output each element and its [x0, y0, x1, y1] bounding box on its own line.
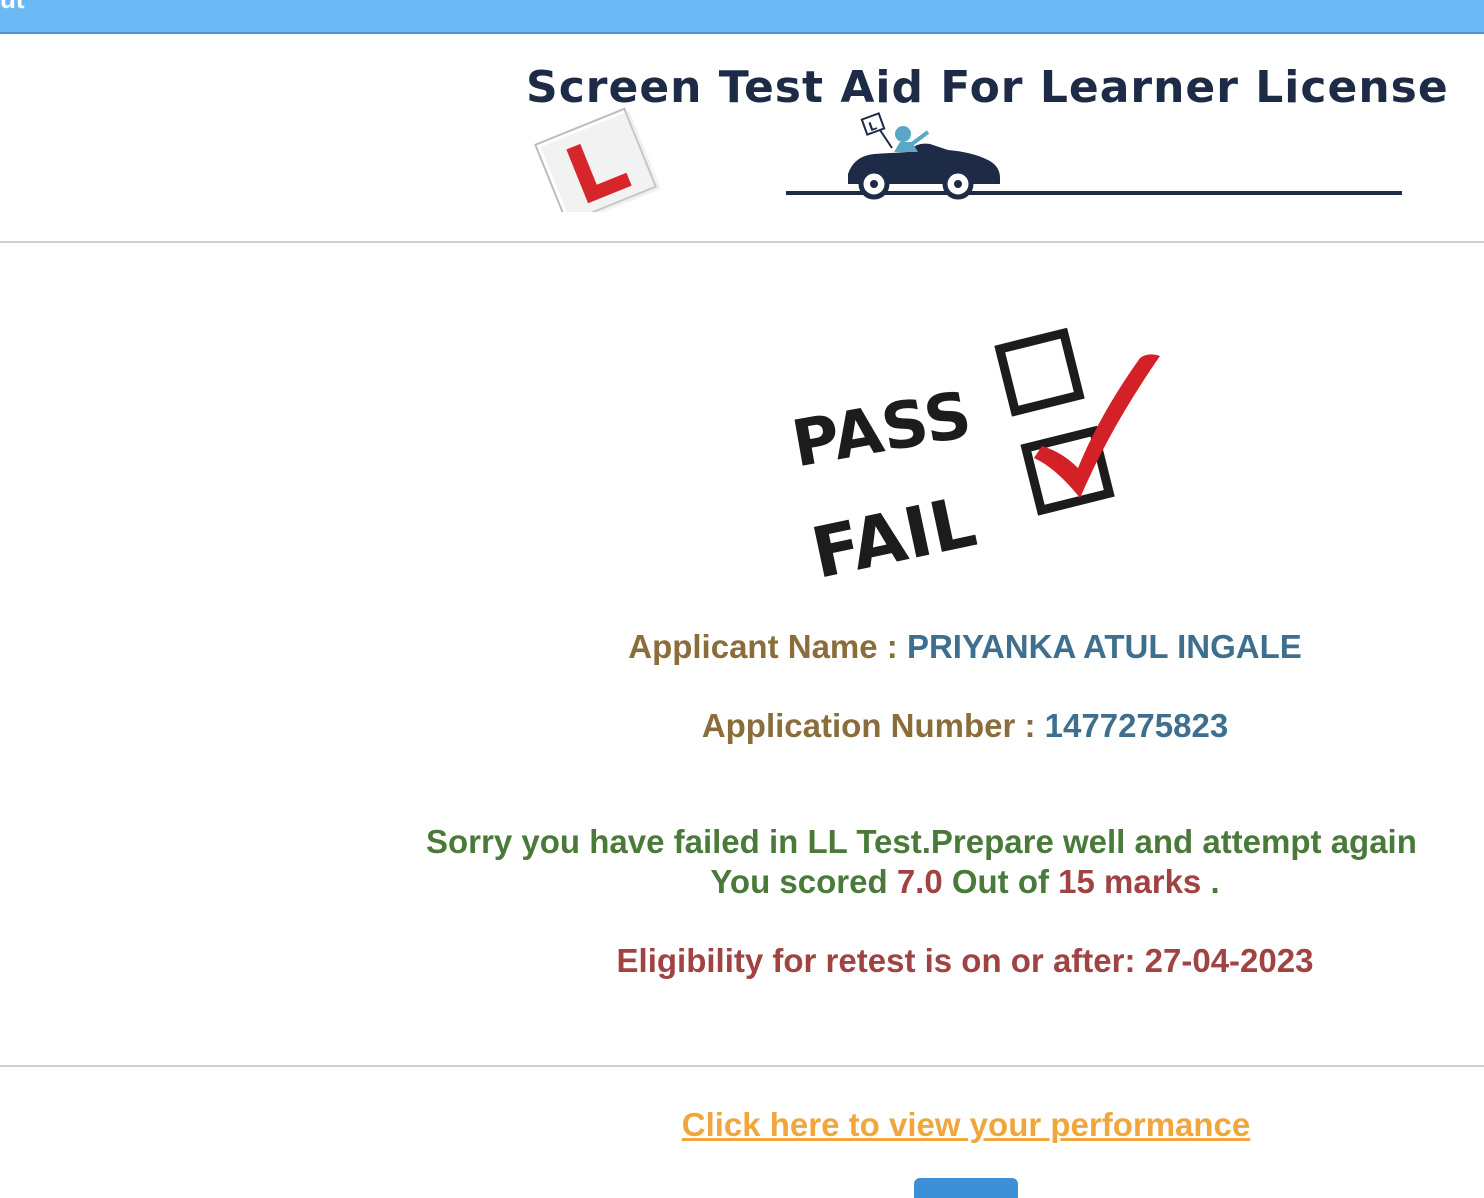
top-bar-title: ut	[0, 0, 25, 12]
fail-message: Sorry you have failed in LL Test.Prepare…	[426, 823, 1417, 860]
page-header: Screen Test Aid For Learner License L	[0, 34, 1484, 243]
view-performance-link[interactable]: Click here to view your performance	[0, 1106, 1484, 1144]
pass-checkbox-icon	[994, 327, 1085, 417]
score-prefix: You scored	[710, 863, 897, 900]
score-suffix: .	[1201, 863, 1220, 900]
application-number-label: Application Number :	[701, 707, 1045, 744]
l-plate-icon	[534, 107, 662, 212]
applicant-name-row: Applicant Name : PRIYANKA ATUL INGALE	[0, 628, 1484, 666]
retest-date: 27-04-2023	[1144, 942, 1314, 979]
pass-fail-image: PASS FAIL	[787, 327, 1160, 595]
retest-eligibility: Eligibility for retest is on or after: 2…	[0, 942, 1484, 980]
fail-label: FAIL	[805, 480, 983, 580]
score-line: You scored 7.0 Out of 15 marks .	[0, 863, 1484, 901]
footer-divider	[0, 1065, 1484, 1067]
action-button[interactable]	[914, 1178, 1018, 1198]
score-total: 15 marks	[1058, 863, 1202, 900]
retest-label: Eligibility for retest is on or after:	[616, 942, 1145, 979]
application-number-row: Application Number : 1477275823	[0, 707, 1484, 745]
site-logo: Screen Test Aid For Learner License L	[520, 62, 1448, 212]
applicant-name-value: PRIYANKA ATUL INGALE	[906, 628, 1302, 665]
application-number-value: 1477275823	[1044, 707, 1229, 744]
car-icon: L	[848, 112, 1000, 200]
applicant-name-label: Applicant Name :	[628, 628, 907, 665]
logo-graphic: L	[534, 107, 1402, 212]
pass-fail-graphic: PASS FAIL	[770, 318, 1170, 595]
pass-label: PASS	[787, 378, 977, 482]
top-bar: ut	[0, 0, 1484, 34]
score-value: 7.0	[896, 863, 943, 900]
score-mid: Out of	[942, 863, 1059, 900]
